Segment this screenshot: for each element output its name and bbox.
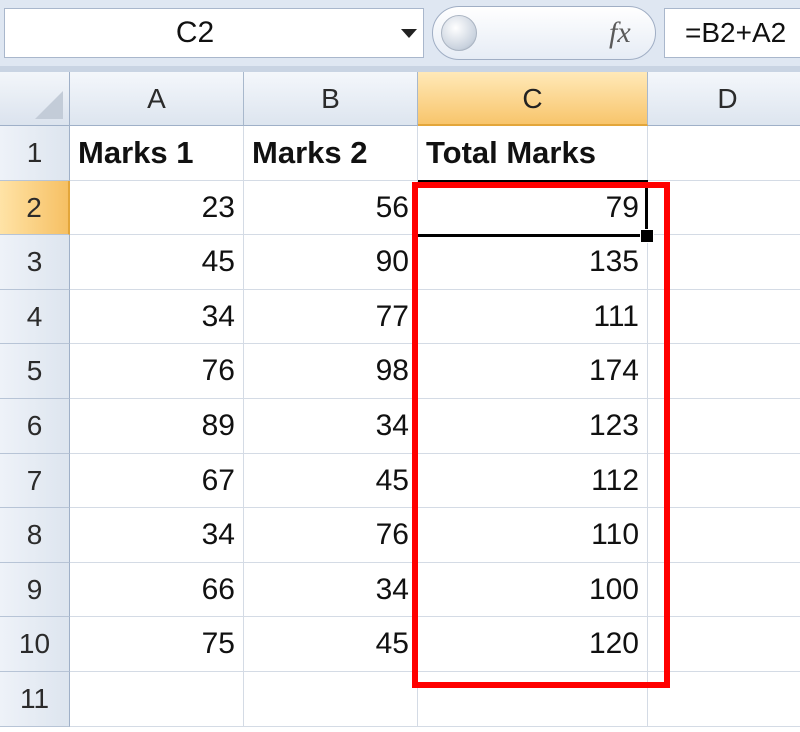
row-header-7[interactable]: 7 — [0, 453, 70, 509]
cell-a2[interactable]: 23 — [70, 180, 244, 236]
cell-c1[interactable]: Total Marks — [418, 126, 648, 181]
cell-b10[interactable]: 45 — [244, 617, 418, 672]
chevron-down-icon[interactable] — [401, 29, 417, 38]
row-header-6[interactable]: 6 — [0, 399, 70, 454]
cell-d1[interactable] — [648, 126, 800, 181]
cell-b7[interactable]: 45 — [244, 453, 418, 509]
cell-d11[interactable] — [648, 672, 800, 727]
formula-input[interactable]: =B2+A2 — [664, 8, 800, 58]
row-header-4[interactable]: 4 — [0, 289, 70, 345]
highlight-box — [412, 182, 670, 688]
cell-d5[interactable] — [648, 344, 800, 399]
cell-a9[interactable]: 66 — [70, 562, 244, 618]
cell-a4[interactable]: 34 — [70, 289, 244, 345]
cell-b1[interactable]: Marks 2 — [244, 126, 418, 181]
cell-d9[interactable] — [648, 563, 800, 618]
row-header-1[interactable]: 1 — [0, 126, 70, 181]
cell-a1[interactable]: Marks 1 — [70, 126, 244, 181]
row-header-11[interactable]: 11 — [0, 672, 70, 727]
cell-d8[interactable] — [648, 508, 800, 563]
select-all-button[interactable] — [0, 72, 70, 126]
row-header-10[interactable]: 10 — [0, 617, 70, 672]
cell-d3[interactable] — [648, 235, 800, 290]
row-header-2[interactable]: 2 — [0, 180, 70, 236]
cell-a10[interactable]: 75 — [70, 617, 244, 672]
column-header-c[interactable]: C — [418, 72, 648, 126]
cell-a6[interactable]: 89 — [70, 399, 244, 454]
select-all-icon — [35, 91, 63, 119]
column-header-b[interactable]: B — [244, 72, 418, 126]
cell-a3[interactable]: 45 — [70, 235, 244, 290]
name-box-value[interactable]: C2 — [5, 9, 385, 57]
cell-b8[interactable]: 76 — [244, 508, 418, 563]
cell-d6[interactable] — [648, 399, 800, 454]
cell-a5[interactable]: 76 — [70, 344, 244, 399]
column-header-a[interactable]: A — [70, 72, 244, 126]
resize-handle[interactable] — [441, 15, 477, 51]
function-area: fx — [432, 6, 656, 60]
cell-b6[interactable]: 34 — [244, 399, 418, 454]
cell-a11[interactable] — [70, 672, 244, 727]
cell-b9[interactable]: 34 — [244, 562, 418, 618]
cell-d2[interactable] — [648, 181, 800, 236]
row-header-9[interactable]: 9 — [0, 562, 70, 618]
cell-b11[interactable] — [244, 672, 418, 727]
cell-b2[interactable]: 56 — [244, 180, 418, 236]
cell-b5[interactable]: 98 — [244, 344, 418, 399]
column-header-d[interactable]: D — [648, 72, 800, 126]
cell-a8[interactable]: 34 — [70, 508, 244, 563]
formula-bar: C2 fx =B2+A2 — [0, 0, 800, 72]
cell-d10[interactable] — [648, 617, 800, 672]
cell-b4[interactable]: 77 — [244, 289, 418, 345]
row-header-5[interactable]: 5 — [0, 344, 70, 399]
cell-b3[interactable]: 90 — [244, 235, 418, 290]
row-header-3[interactable]: 3 — [0, 235, 70, 290]
fx-icon[interactable]: fx — [609, 13, 631, 53]
cell-a7[interactable]: 67 — [70, 453, 244, 509]
cell-d4[interactable] — [648, 290, 800, 345]
spreadsheet-grid: ABCD 1 Marks 1 Marks 2 Total Marks 2 23 56 79 3 4… — [0, 72, 800, 732]
cell-d7[interactable] — [648, 454, 800, 509]
row-header-8[interactable]: 8 — [0, 508, 70, 563]
name-box[interactable]: C2 — [4, 8, 424, 58]
